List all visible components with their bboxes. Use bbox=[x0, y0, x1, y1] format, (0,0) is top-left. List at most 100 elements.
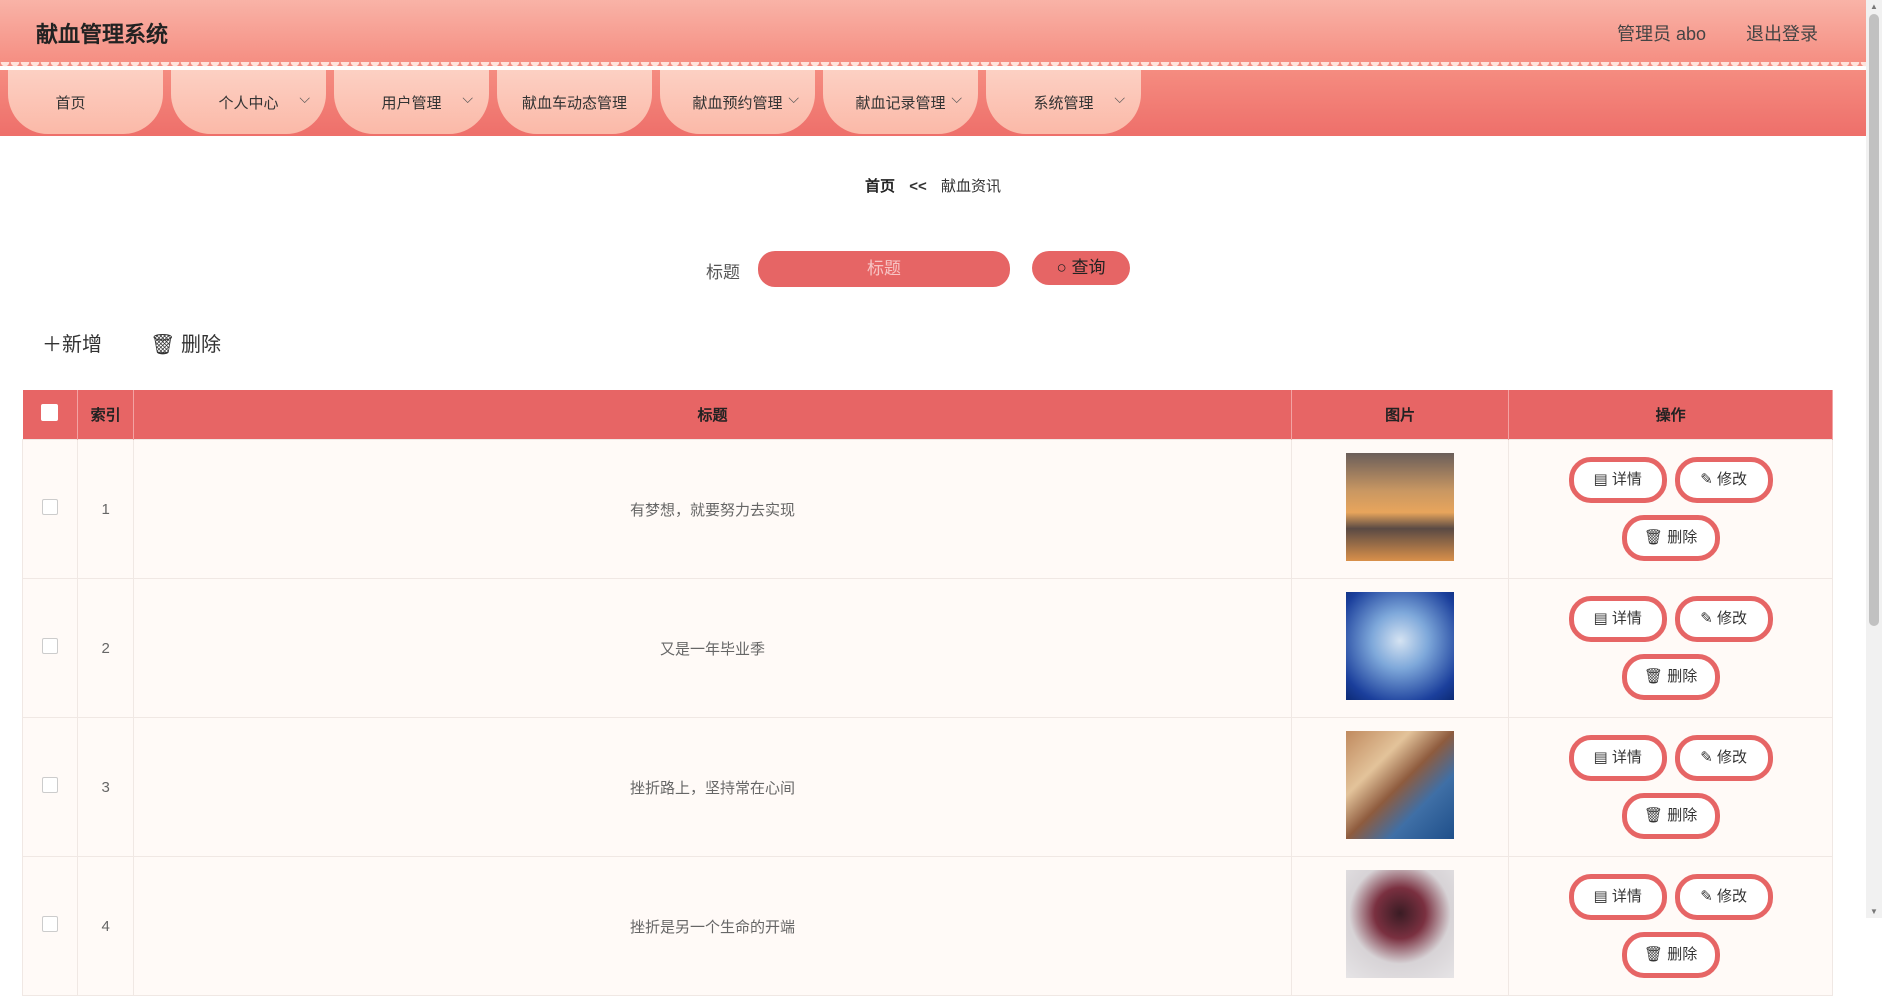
nav-label: 首页 bbox=[55, 95, 86, 112]
search-button-label: 查询 bbox=[1071, 258, 1106, 277]
row-checkbox[interactable] bbox=[42, 638, 59, 654]
delete-button[interactable]: 🗑 删除 bbox=[1621, 932, 1720, 978]
row-image-cell bbox=[1290, 717, 1510, 857]
chevron-down-icon: ⌵ bbox=[299, 90, 310, 106]
detail-label: 详情 bbox=[1611, 471, 1642, 488]
row-index: 4 bbox=[77, 856, 135, 996]
delete-button[interactable]: 🗑 删除 bbox=[1621, 793, 1720, 839]
detail-button[interactable]: ▤ 详情 bbox=[1568, 457, 1667, 503]
delete-label: 删除 bbox=[1667, 529, 1698, 546]
nav-item-system[interactable]: 系统管理 ⌵ bbox=[986, 70, 1141, 134]
search-label: 标题 bbox=[706, 263, 740, 282]
scroll-down-icon[interactable]: ▼ bbox=[1866, 907, 1882, 916]
nav-item-donation-records[interactable]: 献血记录管理 ⌵ bbox=[823, 70, 978, 134]
nav-item-personal-center[interactable]: 个人中心 ⌵ bbox=[171, 70, 326, 134]
edit-button[interactable]: ✎ 修改 bbox=[1674, 457, 1773, 503]
header-index: 索引 bbox=[77, 390, 135, 440]
row-checkbox[interactable] bbox=[42, 916, 59, 932]
nav-item-user-management[interactable]: 用户管理 ⌵ bbox=[334, 70, 489, 134]
delete-label: 删除 bbox=[1667, 946, 1698, 963]
plus-icon: ＋ bbox=[42, 334, 62, 356]
trash-icon: 🗑 bbox=[1644, 668, 1664, 685]
delete-button[interactable]: 🗑 删除 bbox=[1621, 515, 1720, 561]
row-index: 2 bbox=[77, 578, 135, 718]
breadcrumb-separator: << bbox=[909, 178, 927, 195]
blue-sky-thumbnail bbox=[1346, 592, 1455, 700]
row-actions: ▤ 详情 ✎ 修改 🗑 删除 bbox=[1508, 578, 1833, 718]
row-image-cell bbox=[1290, 856, 1510, 996]
edit-button[interactable]: ✎ 修改 bbox=[1674, 735, 1773, 781]
header-actions: 操作 bbox=[1508, 390, 1833, 440]
row-checkbox[interactable] bbox=[42, 499, 59, 515]
table-header-row: 索引 标题 图片 操作 bbox=[22, 390, 1833, 440]
table-row: 3 挫折路上，坚持常在心间 ▤ 详情 ✎ 修改 🗑 删除 bbox=[21, 717, 1833, 857]
row-title: 挫折路上，坚持常在心间 bbox=[133, 717, 1292, 857]
pencil-icon: ✎ bbox=[1700, 888, 1713, 905]
row-actions: ▤ 详情 ✎ 修改 🗑 删除 bbox=[1508, 717, 1833, 857]
add-button-label: 新增 bbox=[62, 334, 102, 356]
top-header: 献血管理系统 管理员 abo 退出登录 bbox=[0, 0, 1866, 66]
delete-label: 删除 bbox=[1667, 668, 1698, 685]
row-index: 3 bbox=[77, 717, 135, 857]
select-all-cell bbox=[22, 390, 79, 440]
document-icon: ▤ bbox=[1593, 888, 1608, 905]
logout-link[interactable]: 退出登录 bbox=[1746, 20, 1818, 46]
detail-button[interactable]: ▤ 详情 bbox=[1568, 874, 1667, 920]
edit-button[interactable]: ✎ 修改 bbox=[1674, 874, 1773, 920]
edit-label: 修改 bbox=[1717, 610, 1748, 627]
nav-item-blood-truck[interactable]: 献血车动态管理 bbox=[497, 70, 652, 134]
chevron-down-icon: ⌵ bbox=[1114, 90, 1125, 106]
detail-button[interactable]: ▤ 详情 bbox=[1568, 596, 1667, 642]
row-actions: ▤ 详情 ✎ 修改 🗑 删除 bbox=[1508, 439, 1833, 579]
detail-label: 详情 bbox=[1611, 610, 1642, 627]
row-image-cell bbox=[1290, 578, 1510, 718]
search-input[interactable] bbox=[758, 251, 1010, 287]
vertical-scrollbar[interactable]: ▲ ▼ bbox=[1866, 0, 1882, 918]
document-icon: ▤ bbox=[1593, 610, 1608, 627]
document-icon: ▤ bbox=[1593, 749, 1608, 766]
scroll-up-icon[interactable]: ▲ bbox=[1866, 2, 1882, 11]
row-index: 1 bbox=[77, 439, 135, 579]
nav-item-appointment[interactable]: 献血预约管理 ⌵ bbox=[660, 70, 815, 134]
detail-button[interactable]: ▤ 详情 bbox=[1568, 735, 1667, 781]
trash-icon: 🗑 bbox=[1644, 807, 1664, 824]
scroll-thumb[interactable] bbox=[1869, 14, 1879, 626]
add-button[interactable]: ＋新增 bbox=[42, 328, 102, 357]
detail-label: 详情 bbox=[1611, 749, 1642, 766]
breadcrumb-current: 献血资讯 bbox=[940, 178, 1001, 195]
user-label: 管理员 abo bbox=[1616, 24, 1706, 44]
delete-button[interactable]: 🗑 删除 bbox=[1621, 654, 1720, 700]
chevron-down-icon: ⌵ bbox=[788, 90, 799, 106]
edit-label: 修改 bbox=[1717, 471, 1748, 488]
search-button[interactable]: ○ 查询 bbox=[1032, 251, 1130, 285]
delete-label: 删除 bbox=[1667, 807, 1698, 824]
edit-button[interactable]: ✎ 修改 bbox=[1674, 596, 1773, 642]
flower-thumbnail bbox=[1346, 870, 1455, 978]
row-title: 又是一年毕业季 bbox=[133, 578, 1292, 718]
pencil-icon: ✎ bbox=[1700, 749, 1713, 766]
sunset-clouds-thumbnail bbox=[1346, 453, 1455, 561]
trash-icon: 🗑 bbox=[1644, 946, 1664, 963]
row-checkbox[interactable] bbox=[42, 777, 59, 793]
edit-label: 修改 bbox=[1717, 888, 1748, 905]
chevron-down-icon: ⌵ bbox=[951, 90, 962, 106]
breadcrumb-home[interactable]: 首页 bbox=[865, 178, 895, 195]
table-row: 1 有梦想，就要努力去实现 ▤ 详情 ✎ 修改 🗑 删除 bbox=[21, 439, 1833, 579]
row-select-cell bbox=[21, 439, 79, 579]
header-image: 图片 bbox=[1291, 390, 1510, 440]
row-title: 有梦想，就要努力去实现 bbox=[133, 439, 1292, 579]
document-icon: ▤ bbox=[1593, 471, 1608, 488]
table-row: 2 又是一年毕业季 ▤ 详情 ✎ 修改 🗑 删除 bbox=[21, 578, 1833, 718]
bulk-delete-button[interactable]: 🗑 删除 bbox=[150, 328, 221, 357]
nav-bar: 首页 个人中心 ⌵ 用户管理 ⌵ 献血车动态管理 献血预约管理 ⌵ 献血记录管理… bbox=[0, 70, 1866, 136]
breadcrumb: 首页 << 献血资讯 bbox=[0, 175, 1866, 196]
nav-item-home[interactable]: 首页 bbox=[8, 70, 163, 134]
data-table: 索引 标题 图片 操作 1 有梦想，就要努力去实现 ▤ 详情 ✎ 修改 🗑 删除 … bbox=[21, 390, 1833, 996]
row-title: 挫折是另一个生命的开端 bbox=[133, 856, 1292, 996]
row-image-cell bbox=[1290, 439, 1510, 579]
trash-icon: 🗑 bbox=[1644, 529, 1664, 546]
select-all-checkbox[interactable] bbox=[41, 404, 59, 421]
row-select-cell bbox=[21, 717, 79, 857]
cliffside-village-thumbnail bbox=[1346, 731, 1455, 839]
pencil-icon: ✎ bbox=[1700, 471, 1713, 488]
